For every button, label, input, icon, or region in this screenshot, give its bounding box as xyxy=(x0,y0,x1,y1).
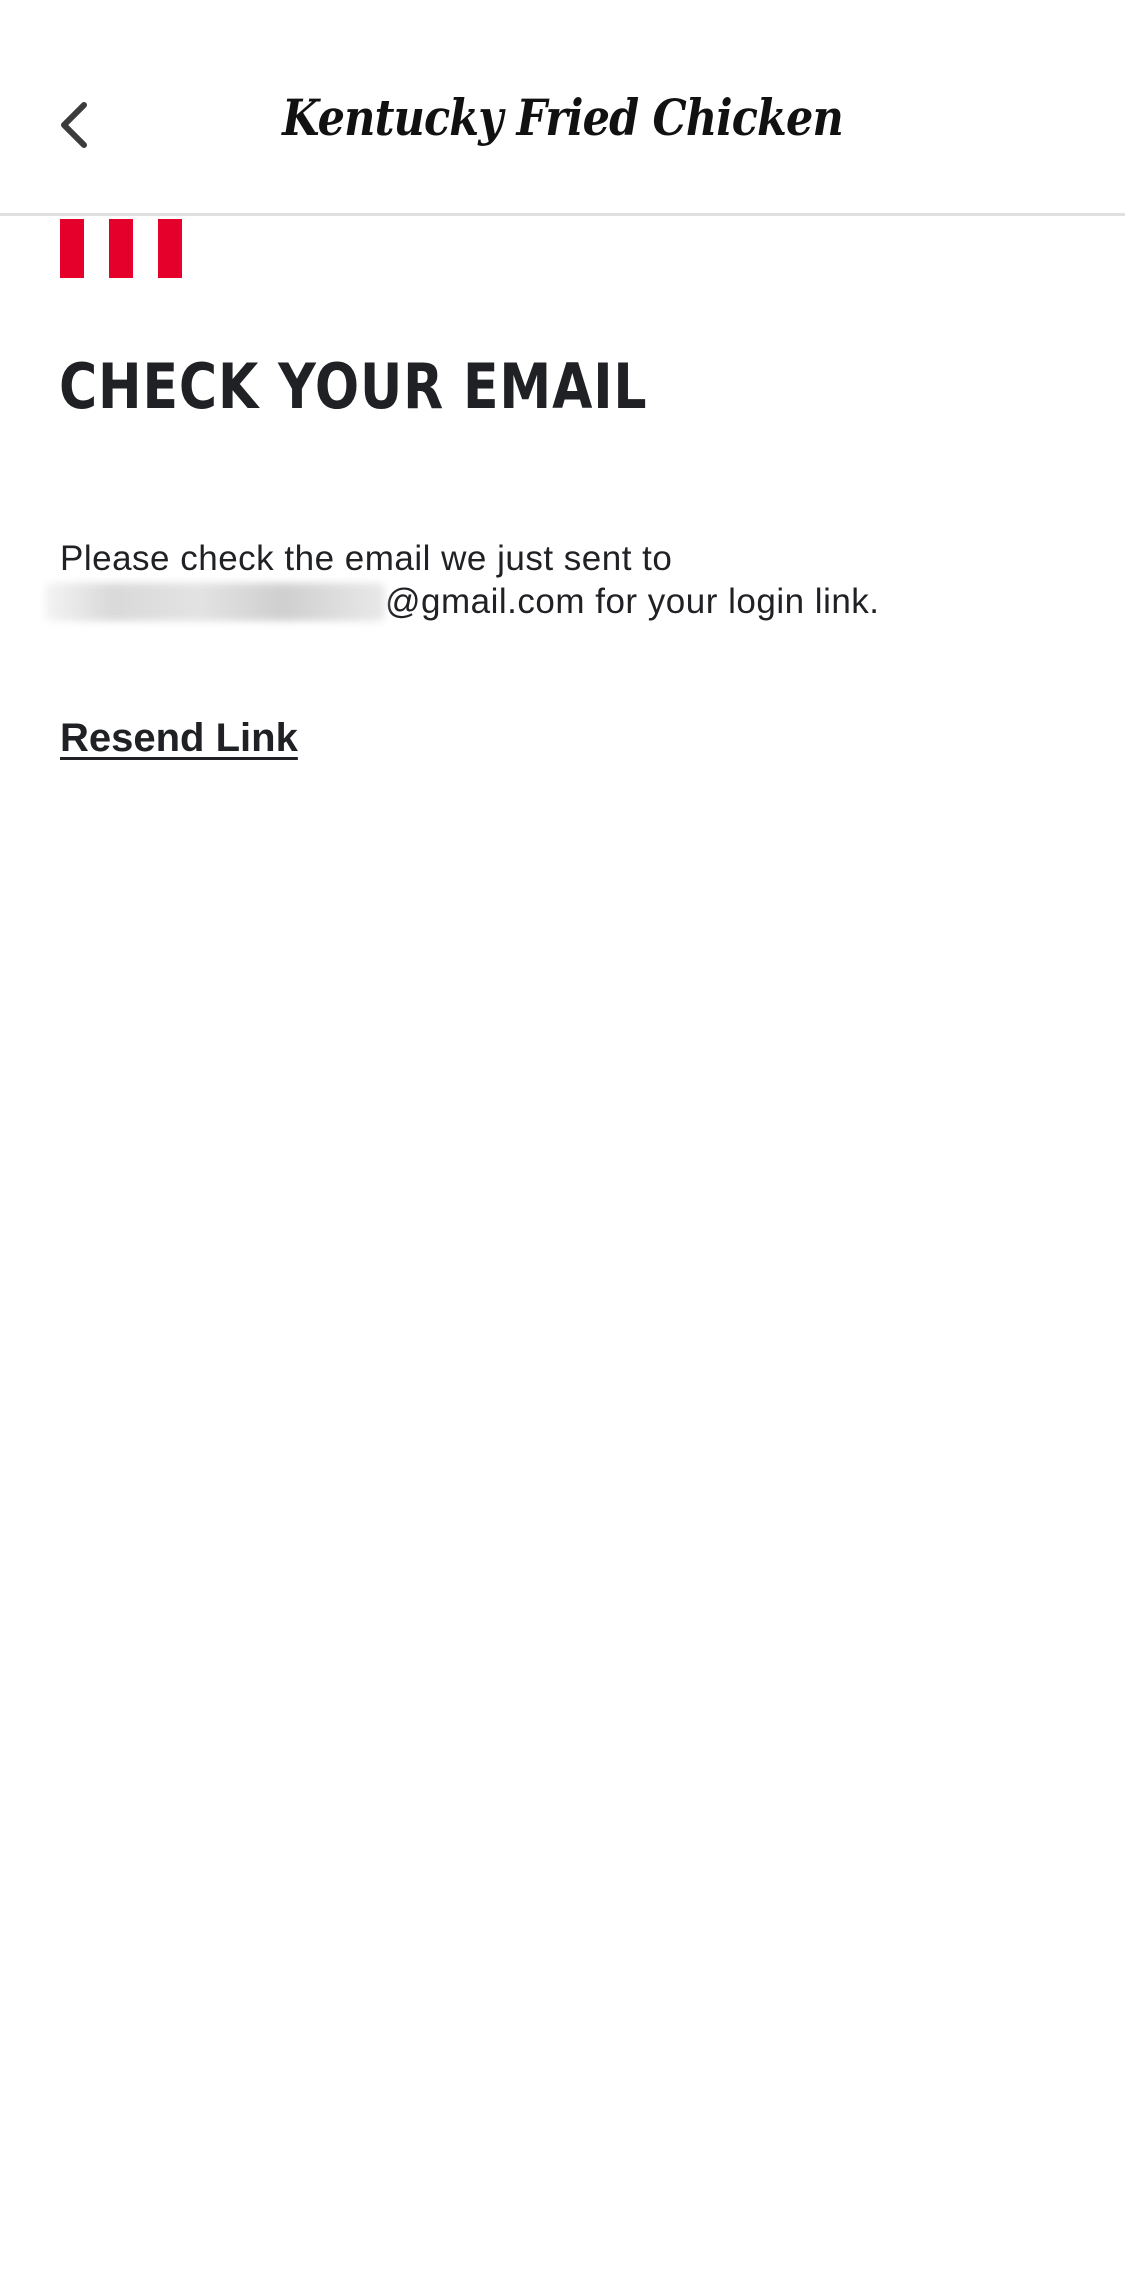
message-line-2: @gmail.com for your login link. xyxy=(45,580,1060,623)
instruction-message: Please check the email we just sent to @… xyxy=(45,537,1060,623)
brand-stripes xyxy=(60,219,182,278)
stripe xyxy=(60,219,84,278)
stripe xyxy=(158,219,182,278)
app-header: Kentucky Fried Chicken xyxy=(0,0,1125,216)
message-line-1: Please check the email we just sent to xyxy=(60,539,673,578)
resend-link[interactable]: Resend Link xyxy=(60,716,298,761)
brand-logo: Kentucky Fried Chicken xyxy=(282,88,844,147)
stripe xyxy=(109,219,133,278)
page-title: CHECK YOUR EMAIL xyxy=(59,350,648,423)
redacted-email xyxy=(45,583,385,621)
email-suffix: @gmail.com for your login link. xyxy=(385,582,880,621)
